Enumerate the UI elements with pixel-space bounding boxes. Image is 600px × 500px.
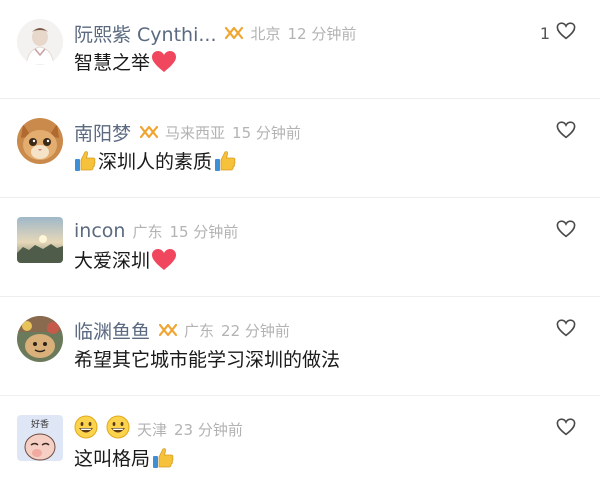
timestamp: 12 分钟前 [287,24,357,43]
heart-outline-icon [556,121,576,143]
thumbs-up-emoji-icon [214,150,236,172]
comment-body: 希望其它城市能学习深圳的做法 [74,349,341,371]
like-button[interactable] [556,319,576,341]
avatar[interactable] [17,217,63,263]
comment-item: 临渊鱼鱼 广东 22 分钟前 希望其它城市能学习深圳的做法 [0,297,600,396]
comment-item: incon 广东 15 分钟前 大爱深圳 [0,198,600,297]
location: 广东 [132,222,163,241]
grinning-face-emoji-icon [106,415,130,443]
username[interactable]: 临渊鱼鱼 [74,317,150,344]
avatar[interactable] [17,316,63,362]
username[interactable] [74,415,130,443]
like-button[interactable] [556,220,576,242]
heart-outline-icon [556,22,576,44]
location: 马来西亚 [165,123,226,142]
comment-header: incon 广东 15 分钟前 [74,218,238,244]
heart-emoji-icon [152,248,177,271]
location: 北京 [250,24,281,43]
comment-body: 智慧之举 [74,52,151,74]
avatar[interactable]: 好香 [17,415,63,461]
comment-body: 深圳人的素质 [98,151,213,173]
username[interactable]: incon [74,220,125,242]
comment-item: 阮熙紫 Cynthi... 北京 12 分钟前 智慧之举 1 [0,0,600,99]
comment-header: 临渊鱼鱼 广东 22 分钟前 [74,317,290,343]
comment-item: 南阳梦 马来西亚 15 分钟前 深圳人的素质 [0,99,600,198]
comment-header: 天津 23 分钟前 [74,415,243,443]
vip-badge-icon [140,125,159,139]
location: 天津 [137,420,168,439]
avatar[interactable] [17,118,63,164]
comment-text: 希望其它城市能学习深圳的做法 [74,345,340,372]
heart-outline-icon [556,220,576,242]
timestamp: 15 分钟前 [169,222,239,241]
comment-text: 智慧之举 [74,48,177,75]
heart-outline-icon [556,418,576,440]
comment-text: 深圳人的素质 [74,147,236,174]
comment-list: 阮熙紫 Cynthi... 北京 12 分钟前 智慧之举 1 南阳梦 马来西亚 … [0,0,600,500]
vip-badge-icon [159,323,178,337]
username[interactable]: 阮熙紫 Cynthi... [74,20,216,47]
like-button[interactable] [556,121,576,143]
like-button[interactable] [556,418,576,440]
comment-body: 这叫格局 [74,448,151,470]
like-button[interactable]: 1 [540,22,576,44]
thumbs-up-emoji-icon [152,447,174,469]
timestamp: 15 分钟前 [232,123,301,142]
location: 广东 [184,321,215,340]
comment-body: 大爱深圳 [74,250,151,272]
timestamp: 23 分钟前 [174,420,243,439]
heart-emoji-icon [152,50,177,73]
comment-text: 这叫格局 [74,444,174,471]
comment-item: 好香 天津 23 分钟前 这叫格局 [0,396,600,495]
like-count: 1 [539,23,550,43]
vip-badge-icon [225,26,244,40]
comment-header: 南阳梦 马来西亚 15 分钟前 [74,119,301,145]
svg-text:好香: 好香 [31,418,49,430]
heart-outline-icon [556,319,576,341]
thumbs-up-emoji-icon [74,150,96,172]
username[interactable]: 南阳梦 [74,119,131,146]
grinning-face-emoji-icon [74,415,98,443]
comment-text: 大爱深圳 [74,246,177,273]
avatar[interactable] [17,19,63,65]
timestamp: 22 分钟前 [221,321,290,340]
comment-header: 阮熙紫 Cynthi... 北京 12 分钟前 [74,20,356,46]
